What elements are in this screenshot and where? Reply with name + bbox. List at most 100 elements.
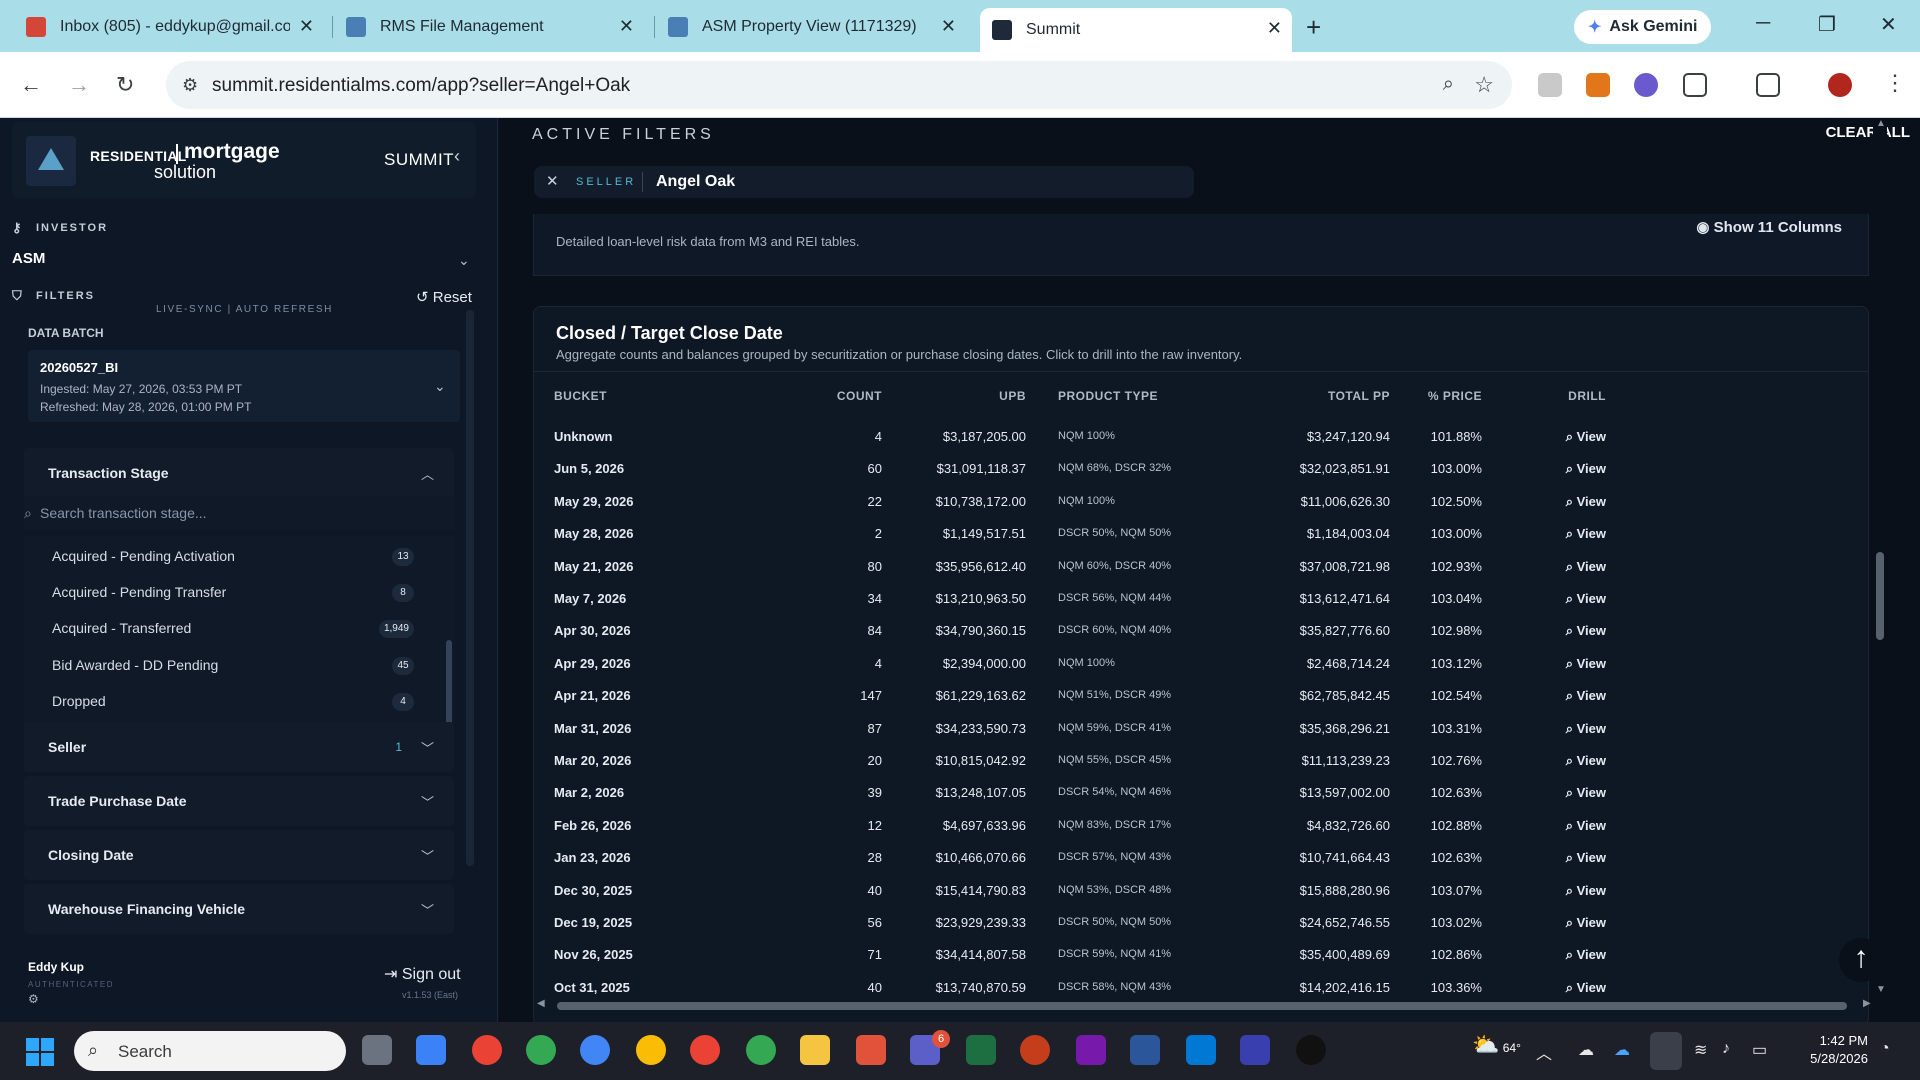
windows-start-icon[interactable] (26, 1038, 54, 1066)
close-icon[interactable]: ✕ (619, 16, 634, 37)
warehouse-financing-vehicle-group[interactable]: Warehouse Financing Vehicle ﹀ (24, 884, 454, 934)
table-row[interactable]: Mar 31, 2026 87 $34,233,590.73 NQM 59%, DSC… (534, 713, 1868, 745)
list-item[interactable]: Dropped (52, 693, 106, 709)
table-row[interactable]: May 7, 2026 34 $13,210,963.50 DSCR 56%, NQM… (534, 583, 1868, 615)
file-explorer-icon[interactable] (800, 1035, 830, 1065)
column-header-upb[interactable]: UPB (926, 389, 1026, 403)
microphone-icon[interactable] (1650, 1032, 1682, 1070)
view-button[interactable]: ⌕ View (1534, 721, 1606, 737)
column-header-total-pp[interactable]: TOTAL PP (1234, 389, 1390, 403)
table-row[interactable]: May 21, 2026 80 $35,956,612.40 NQM 60%, DSC… (534, 551, 1868, 583)
extension-icon[interactable] (1634, 73, 1658, 97)
list-item[interactable]: Acquired - Pending Transfer (52, 584, 226, 600)
bookmark-star-icon[interactable]: ☆ (1474, 72, 1494, 98)
app-icon[interactable] (1240, 1035, 1270, 1065)
closing-date-group[interactable]: Closing Date ﹀ (24, 830, 454, 880)
tab-rms-file-management[interactable]: RMS File Management ✕ (334, 10, 644, 44)
battery-icon[interactable]: ▭ (1752, 1040, 1767, 1060)
table-row[interactable]: Unknown 4 $3,187,205.00 NQM 100% $3,247,120.… (534, 421, 1868, 453)
view-button[interactable]: ⌕ View (1534, 656, 1606, 672)
copilot-icon[interactable] (416, 1035, 446, 1065)
table-row[interactable]: Nov 26, 2025 71 $34,414,807.58 DSCR 59%, NQ… (534, 939, 1868, 971)
transaction-stage-group[interactable]: Transaction Stage ︿ (24, 448, 454, 498)
cast-icon[interactable] (1756, 73, 1780, 97)
view-button[interactable]: ⌕ View (1534, 623, 1606, 639)
taskbar-search[interactable]: ⌕ Search (74, 1031, 346, 1071)
investor-select[interactable]: ASM (12, 250, 45, 267)
view-button[interactable]: ⌕ View (1534, 818, 1606, 834)
url-text[interactable]: summit.residentialms.com/app?seller=Ange… (212, 75, 630, 97)
minimize-icon[interactable]: ─ (1756, 12, 1770, 35)
table-row[interactable]: May 28, 2026 2 $1,149,517.51 DSCR 50%, NQM … (534, 518, 1868, 550)
profile-avatar[interactable] (1828, 73, 1852, 97)
view-button[interactable]: ⌕ View (1534, 915, 1606, 931)
view-button[interactable]: ⌕ View (1534, 559, 1606, 575)
sign-out-button[interactable]: ⇥ Sign out (384, 964, 461, 984)
chrome-icon[interactable] (746, 1035, 776, 1065)
onedrive-icon[interactable]: ☁ (1614, 1040, 1630, 1060)
table-row[interactable]: Feb 26, 2026 12 $4,697,633.96 NQM 83%, DSCR… (534, 810, 1868, 842)
chevron-down-icon[interactable]: ⌄ (458, 252, 470, 269)
wifi-icon[interactable]: ≋ (1694, 1040, 1707, 1060)
scroll-to-top-icon[interactable]: ↑ (1839, 938, 1883, 982)
settings-icon[interactable]: ⚙ (28, 992, 39, 1006)
chrome-icon[interactable] (690, 1035, 720, 1065)
clock[interactable]: 1:42 PM 5/28/2026 (1790, 1032, 1868, 1068)
view-button[interactable]: ⌕ View (1534, 526, 1606, 542)
table-row[interactable]: Mar 20, 2026 20 $10,815,042.92 NQM 55%, DSC… (534, 745, 1868, 777)
app-icon[interactable] (856, 1035, 886, 1065)
chrome-icon[interactable] (580, 1035, 610, 1065)
transaction-stage-search[interactable]: ⌕ Search transaction stage... (24, 496, 454, 530)
trade-purchase-date-group[interactable]: Trade Purchase Date ﹀ (24, 776, 454, 826)
view-button[interactable]: ⌕ View (1534, 947, 1606, 963)
table-row[interactable]: Dec 30, 2025 40 $15,414,790.83 NQM 53%, DSC… (534, 875, 1868, 907)
main-scrollbar[interactable]: ▲ ▼ (1873, 118, 1887, 1022)
tab-summit[interactable]: Summit ✕ (980, 8, 1292, 52)
table-row[interactable]: Jun 5, 2026 60 $31,091,118.37 NQM 68%, DSCR… (534, 453, 1868, 485)
data-batch-select[interactable]: 20260527_BI Ingested: May 27, 2026, 03:5… (28, 350, 460, 422)
settings-icon[interactable] (1296, 1035, 1326, 1065)
view-button[interactable]: ⌕ View (1534, 850, 1606, 866)
address-bar[interactable]: ⚙ summit.residentialms.com/app?seller=An… (166, 61, 1512, 109)
remove-filter-icon[interactable]: ✕ (546, 172, 559, 190)
table-row[interactable]: Apr 30, 2026 84 $34,790,360.15 DSCR 60%, NQ… (534, 615, 1868, 647)
table-row[interactable]: Jan 23, 2026 28 $10,466,070.66 DSCR 57%, NQ… (534, 842, 1868, 874)
chevron-up-icon[interactable]: ︿ (1536, 1040, 1552, 1064)
seller-group[interactable]: Seller 1 ﹀ (24, 722, 454, 772)
close-icon[interactable]: ✕ (299, 16, 314, 37)
scroll-thumb[interactable] (557, 1002, 1847, 1010)
tab-gmail[interactable]: Inbox (805) - eddykup@gmail.com ✕ (14, 10, 324, 44)
chrome-icon[interactable] (636, 1035, 666, 1065)
table-row[interactable]: Apr 21, 2026 147 $61,229,163.62 NQM 51%, DS… (534, 680, 1868, 712)
forward-icon[interactable]: → (68, 72, 90, 98)
column-header-bucket[interactable]: BUCKET (554, 389, 607, 403)
back-icon[interactable]: ← (20, 72, 42, 98)
site-info-icon[interactable]: ⚙ (182, 75, 198, 96)
extensions-puzzle-icon[interactable] (1683, 73, 1707, 97)
view-button[interactable]: ⌕ View (1534, 980, 1606, 996)
clear-all-button[interactable]: CLEAR ALL (1826, 124, 1910, 141)
view-button[interactable]: ⌕ View (1534, 753, 1606, 769)
horizontal-scrollbar[interactable]: ◀ ▶ (533, 998, 1883, 1014)
show-columns-button[interactable]: ◉ Show 11 Columns (1696, 218, 1842, 236)
excel-icon[interactable] (966, 1035, 996, 1065)
view-button[interactable]: ⌕ View (1534, 461, 1606, 477)
column-header-count[interactable]: COUNT (794, 389, 882, 403)
reload-icon[interactable]: ↻ (116, 72, 134, 98)
network-icon[interactable]: ☁ (1578, 1040, 1594, 1060)
onenote-icon[interactable] (1076, 1035, 1106, 1065)
view-button[interactable]: ⌕ View (1534, 591, 1606, 607)
powerpoint-icon[interactable] (1020, 1035, 1050, 1065)
view-button[interactable]: ⌕ View (1534, 429, 1606, 445)
close-icon[interactable]: ✕ (1267, 18, 1282, 39)
chrome-icon[interactable] (526, 1035, 556, 1065)
ask-gemini-button[interactable]: ✦ Ask Gemini (1574, 10, 1712, 44)
metamask-icon[interactable] (1586, 73, 1610, 97)
table-row[interactable]: May 29, 2026 22 $10,738,172.00 NQM 100% $11,… (534, 486, 1868, 518)
close-icon[interactable]: ✕ (941, 16, 956, 37)
new-tab-button[interactable]: + (1306, 12, 1321, 43)
list-item[interactable]: Acquired - Pending Activation (52, 548, 235, 564)
notifications-icon[interactable]: ◔ (1880, 1040, 1890, 1058)
table-row[interactable]: Mar 2, 2026 39 $13,248,107.05 DSCR 54%, NQM… (534, 777, 1868, 809)
chrome-icon[interactable] (472, 1035, 502, 1065)
